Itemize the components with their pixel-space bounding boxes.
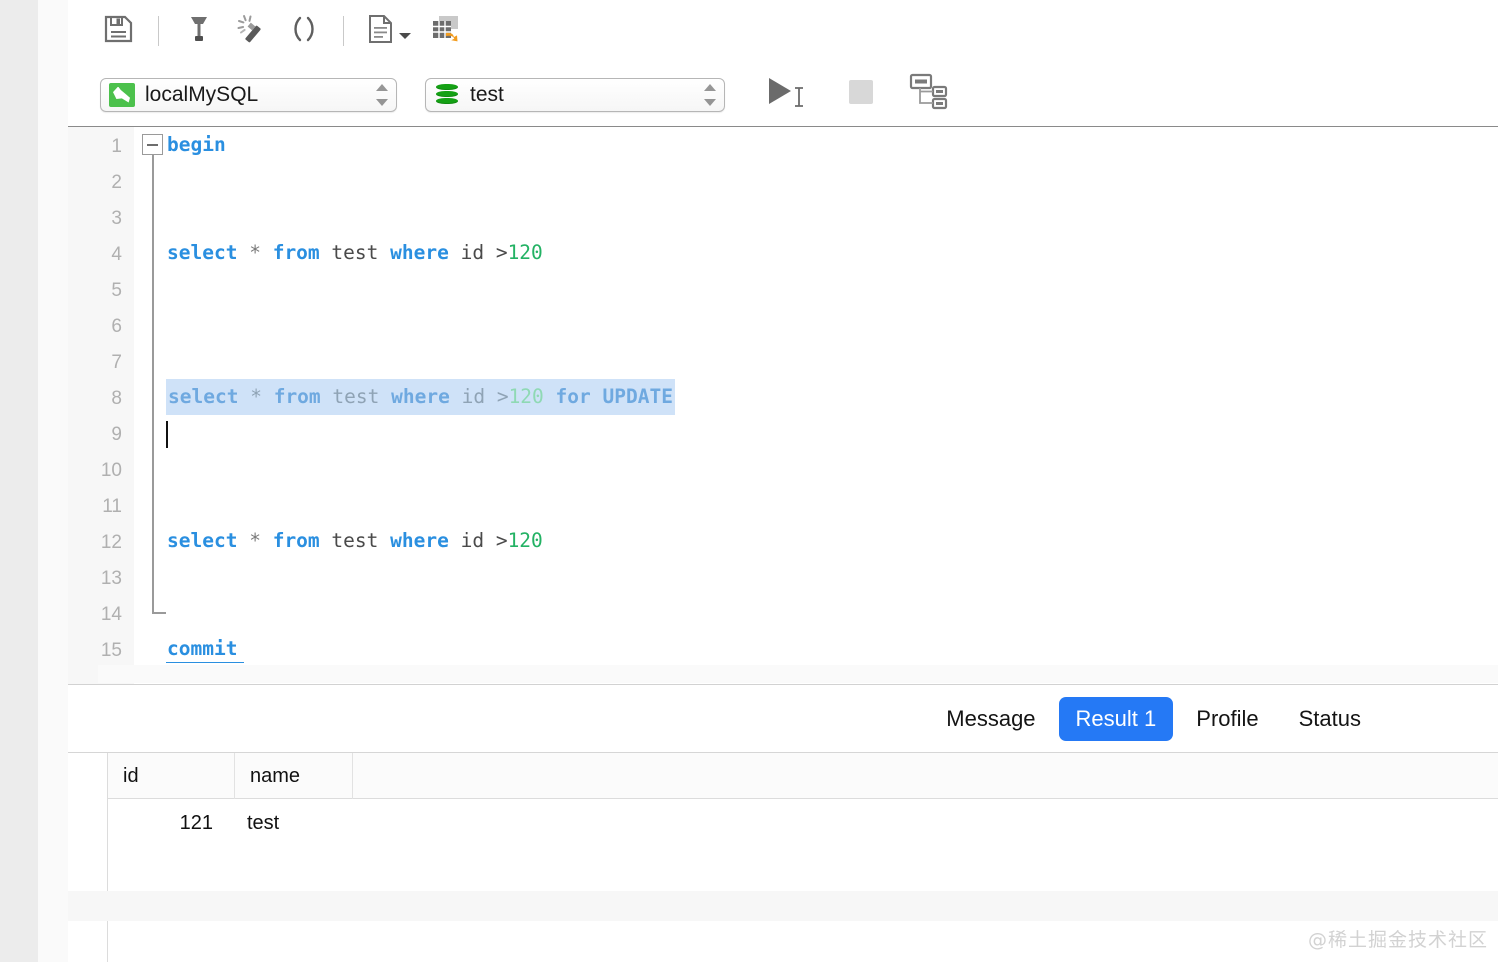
save-icon [102, 13, 134, 50]
grid-header-row: id name [108, 752, 1498, 799]
code-line[interactable] [166, 271, 1498, 307]
column-header-id[interactable]: id [108, 752, 235, 799]
line-number: 14 [100, 604, 122, 625]
code-lines[interactable]: begin select * from test where id >120 sel… [166, 127, 1498, 685]
code-line[interactable] [166, 559, 1498, 595]
sqlyog-query-editor-window: localMySQL test begin select * from test… [0, 0, 1498, 962]
line-number: 2 [111, 172, 122, 193]
results-grid[interactable]: id name 121 test [68, 752, 1498, 962]
explain-plan-button[interactable] [900, 73, 956, 117]
code-assist-button[interactable] [225, 7, 277, 55]
fold-range-line [152, 155, 154, 613]
database-dropdown[interactable]: test [425, 77, 725, 112]
code-line-text: begin [167, 133, 226, 156]
line-number: 5 [111, 280, 122, 301]
main-vertical-scrollbar-track[interactable] [38, 0, 90, 962]
line-number: 4 [111, 244, 122, 265]
tab-profile[interactable]: Profile [1179, 697, 1275, 741]
editor-horizontal-scrollbar-track[interactable] [98, 665, 1498, 683]
line-number: 3 [111, 208, 122, 229]
tab-result-1[interactable]: Result 1 [1058, 697, 1174, 741]
format-sql-button[interactable] [173, 7, 225, 55]
stop-query-button [836, 73, 886, 117]
code-line[interactable] [166, 307, 1498, 343]
export-table-icon [429, 13, 463, 50]
line-number: 8 [111, 388, 122, 409]
line-number: 11 [102, 496, 122, 517]
row-number-column [68, 753, 108, 962]
fold-collapse-icon[interactable] [142, 134, 163, 155]
connection-stepper-icon[interactable] [374, 82, 390, 108]
commit-underline [166, 662, 244, 663]
code-line[interactable] [166, 415, 1498, 451]
connection-selector-row: localMySQL test [68, 62, 1498, 127]
table-row[interactable]: 121 test [108, 799, 1498, 847]
cell-id[interactable]: 121 [108, 799, 235, 847]
export-result-button[interactable] [420, 7, 472, 55]
wrap-parentheses-button[interactable] [277, 7, 329, 55]
line-number: 13 [100, 568, 122, 589]
line-number: 1 [111, 136, 122, 157]
explain-plan-icon [907, 72, 949, 117]
database-stepper-icon[interactable] [702, 82, 718, 108]
toolbar-separator-2 [343, 16, 344, 46]
column-header-filler [353, 753, 1493, 799]
line-number: 6 [111, 316, 122, 337]
results-tabbar: Message Result 1 Profile Status [68, 685, 1498, 753]
line-number: 12 [100, 532, 122, 553]
connection-dropdown[interactable]: localMySQL [100, 77, 397, 112]
code-line[interactable]: commit [166, 631, 1498, 667]
document-icon [366, 13, 396, 50]
toolbar-separator-1 [158, 16, 159, 46]
template-button[interactable] [358, 7, 420, 55]
run-icon [765, 74, 811, 115]
code-line[interactable] [166, 451, 1498, 487]
fold-range-end [152, 612, 166, 614]
code-line[interactable]: select * from test where id >120 [166, 523, 1498, 559]
connection-name: localMySQL [145, 82, 259, 106]
save-button[interactable] [92, 7, 144, 55]
chevron-down-icon [398, 28, 412, 46]
column-header-name[interactable]: name [235, 752, 353, 799]
sql-editor[interactable]: begin select * from test where id >120 sel… [68, 127, 1498, 685]
magic-wand-icon [235, 13, 267, 50]
line-number: 15 [100, 640, 122, 661]
beautify-icon [183, 13, 215, 50]
results-panel: Message Result 1 Profile Status id name 121 t… [68, 685, 1498, 962]
cell-name[interactable]: test [235, 799, 353, 847]
code-line[interactable] [166, 487, 1498, 523]
database-name: test [470, 82, 504, 106]
code-line[interactable] [166, 595, 1498, 631]
text-caret [166, 421, 168, 448]
code-line-text: select * from test where id >120 for UPD… [166, 379, 675, 415]
tab-status[interactable]: Status [1282, 697, 1378, 741]
code-line[interactable] [166, 163, 1498, 199]
line-number: 9 [111, 424, 122, 445]
code-line-text: select * from test where id >120 [167, 529, 543, 552]
mysql-dolphin-icon [109, 82, 135, 107]
run-query-button[interactable] [758, 73, 818, 117]
database-cylinder-icon [434, 82, 460, 108]
parentheses-icon [287, 13, 319, 50]
line-number: 7 [111, 352, 122, 373]
tab-message[interactable]: Message [929, 697, 1052, 741]
stop-icon [845, 76, 877, 113]
code-fold-gutter[interactable] [134, 127, 166, 685]
left-rail [0, 0, 38, 962]
code-line-text: select * from test where id >120 [167, 241, 543, 264]
code-line[interactable]: select * from test where id >120 [166, 235, 1498, 271]
code-line[interactable]: select * from test where id >120 for UPD… [166, 379, 1498, 415]
watermark: @稀土掘金技术社区 [1307, 929, 1488, 951]
line-number: 10 [100, 460, 122, 481]
code-line[interactable]: begin [166, 127, 1498, 163]
toolbar [68, 0, 1498, 62]
code-line[interactable] [166, 343, 1498, 379]
grid-alternate-band [68, 891, 1498, 921]
code-line[interactable] [166, 199, 1498, 235]
